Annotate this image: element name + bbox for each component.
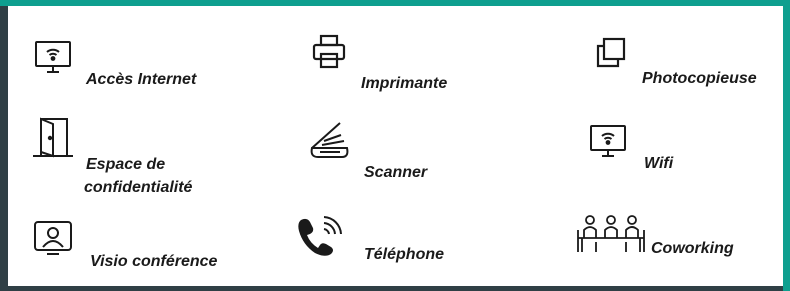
service-label-phone: Téléphone: [364, 246, 445, 263]
service-label-privacy-line2: confidentialité: [84, 179, 193, 196]
service-label-scanner: Scanner: [364, 164, 428, 181]
door-icon: [31, 116, 75, 158]
service-label-printer: Imprimante: [361, 75, 448, 92]
phone-icon: [295, 214, 343, 258]
monitor-wifi-icon: [589, 124, 627, 158]
service-label-internet: Accès Internet: [86, 71, 197, 88]
video-call-icon: [33, 220, 75, 256]
service-label-video-conference: Visio conférence: [90, 253, 218, 270]
service-label-coworking: Coworking: [651, 240, 734, 257]
coworking-icon: [576, 214, 646, 256]
scanner-icon: [306, 121, 352, 161]
service-label-photocopier: Photocopieuse: [642, 70, 757, 87]
printer-icon: [311, 34, 347, 70]
services-panel: Accès Internet Imprimante Photocopieuse …: [0, 0, 790, 291]
service-label-privacy-line1: Espace de: [86, 156, 166, 173]
monitor-wifi-icon: [34, 40, 72, 74]
service-label-wifi: Wifi: [644, 155, 674, 172]
copy-icon: [594, 36, 628, 70]
